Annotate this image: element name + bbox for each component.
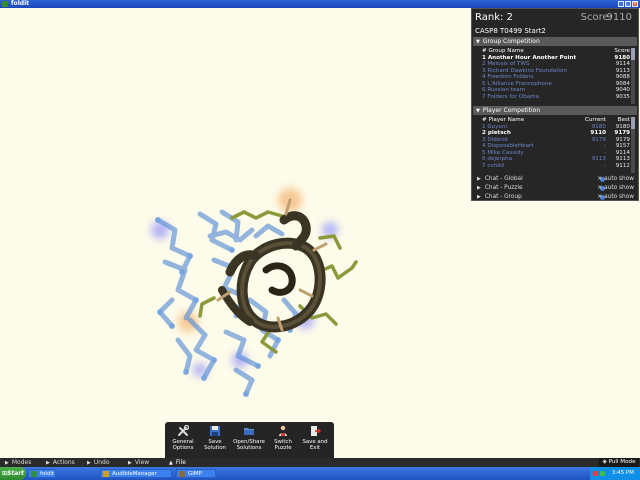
menu-modes[interactable]: ▶ Modes <box>5 458 31 467</box>
expand-arrow-icon: ▶ <box>477 194 481 200</box>
group-competition-list: # Group Name Score 1 Another Hour Anothe… <box>482 48 630 100</box>
triangle-up-icon: ▲ <box>169 460 173 466</box>
windows-taskbar: ⊞Start foldit AudibleManager GIMP 3:45 P… <box>0 467 640 480</box>
tray-icon[interactable] <box>600 471 605 476</box>
group-competition-header[interactable]: ▼ Group Competition <box>473 37 637 46</box>
exit-door-icon <box>311 426 321 436</box>
player-row[interactable]: 7 cvhild - 9112 <box>482 163 630 170</box>
menu-actions[interactable]: ▶ Actions <box>46 458 75 467</box>
player-current: - <box>603 162 606 169</box>
close-icon[interactable]: × <box>632 1 638 7</box>
score-value: 9110 <box>606 12 632 23</box>
chat-global-row[interactable]: ▶ Chat - Global ✕ auto show <box>473 175 637 184</box>
collapse-arrow-icon: ▼ <box>476 108 480 114</box>
floppy-disk-icon <box>210 426 220 436</box>
player-competition-list: # Player Name Current Best 1 Guyoni 9180 9… <box>482 117 630 169</box>
minimize-icon[interactable]: _ <box>618 1 624 7</box>
task-button-2[interactable]: AudibleManager <box>100 469 172 478</box>
auto-show-toggle[interactable]: ✕ auto show <box>597 175 634 184</box>
group-list-scrollbar[interactable] <box>631 48 635 104</box>
player-name: 7 cvhild <box>482 162 504 169</box>
system-tray: 3:45 PM <box>590 467 640 480</box>
player-competition-header[interactable]: ▼ Player Competition <box>473 106 637 115</box>
file-menu-popup: General Options Save Solution Open/Share… <box>165 422 334 458</box>
save-solution-button[interactable]: Save Solution <box>199 425 231 457</box>
window-titlebar: foldit _ □ × <box>0 0 640 8</box>
collapse-arrow-icon: ▼ <box>476 39 480 45</box>
chat-group-row[interactable]: ▶ Chat - Group ✕ auto show <box>473 193 637 202</box>
menu-file[interactable]: ▲ File <box>169 458 186 467</box>
bottom-menubar: ▶ Modes ▶ Actions ▶ Undo ▶ View ▲ File ◈ Pull… <box>0 458 640 467</box>
maximize-icon[interactable]: □ <box>625 1 631 7</box>
chat-puzzle-row[interactable]: ▶ Chat - Puzzle ✕ auto show <box>473 184 637 193</box>
triangle-right-icon: ▶ <box>128 460 132 466</box>
rank-label: Rank: 2 <box>475 12 513 23</box>
task-button-3[interactable]: GIMP <box>176 469 216 478</box>
score-panel: Rank: 2 Score: 9110 CASP8 T0499 Start2 ▼… <box>471 8 639 201</box>
task-icon <box>31 471 37 477</box>
foldit-app-icon <box>2 1 8 7</box>
switch-puzzle-button[interactable]: Switch Puzzle <box>267 425 299 457</box>
auto-show-toggle[interactable]: ✕ auto show <box>597 184 634 193</box>
triangle-right-icon: ▶ <box>5 460 9 466</box>
start-button[interactable]: ⊞Start <box>0 467 26 480</box>
tray-icon[interactable] <box>593 471 598 476</box>
wrench-screwdriver-icon <box>178 425 189 436</box>
task-icon <box>103 471 109 477</box>
menu-view[interactable]: ▶ View <box>128 458 149 467</box>
expand-arrow-icon: ▶ <box>477 185 481 191</box>
task-button-1[interactable]: foldit <box>28 469 56 478</box>
folder-icon <box>244 428 254 435</box>
open-share-solutions-button[interactable]: Open/Share Solutions <box>231 425 267 457</box>
general-options-button[interactable]: General Options <box>167 425 199 457</box>
window-title: foldit <box>11 0 30 7</box>
triangle-right-icon: ▶ <box>87 460 91 466</box>
player-list-scrollbar[interactable] <box>631 117 635 173</box>
group-score: 9035 <box>615 93 630 100</box>
task-icon <box>179 471 185 477</box>
triangle-right-icon: ▶ <box>46 460 50 466</box>
pull-mode-button[interactable]: ◈ Pull Mode <box>599 458 639 467</box>
person-puzzle-icon <box>279 425 287 436</box>
expand-arrow-icon: ▶ <box>477 176 481 182</box>
clock: 3:45 PM <box>611 470 634 476</box>
menu-undo[interactable]: ▶ Undo <box>87 458 110 467</box>
auto-show-toggle[interactable]: ✕ auto show <box>597 193 634 202</box>
group-name: 7 Folders for Obama <box>482 93 540 100</box>
player-best: 9112 <box>615 162 630 169</box>
group-row[interactable]: 7 Folders for Obama 9035 <box>482 94 630 101</box>
save-and-exit-button[interactable]: Save and Exit <box>299 425 331 457</box>
puzzle-name: CASP8 T0499 Start2 <box>475 27 546 35</box>
